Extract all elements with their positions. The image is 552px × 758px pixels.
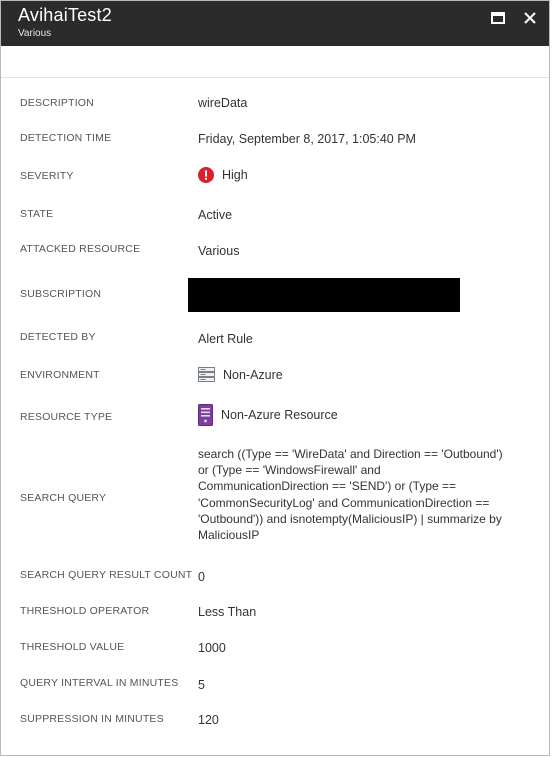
environment-value: Non-Azure — [198, 367, 283, 382]
resource-type-text: Non-Azure Resource — [221, 408, 338, 422]
description-value: wireData — [198, 96, 248, 110]
threshold-value-value: 1000 — [198, 641, 226, 655]
search-query-result-count-label: SEARCH QUERY RESULT COUNT — [20, 569, 193, 581]
attacked-resource-label: ATTACKED RESOURCE — [20, 243, 141, 255]
attacked-resource-value: Various — [198, 244, 240, 258]
subscription-label: SUBSCRIPTION — [20, 288, 102, 300]
error-circle-icon — [198, 167, 214, 183]
environment-label: ENVIRONMENT — [20, 369, 100, 381]
window-controls — [489, 9, 539, 27]
environment-text: Non-Azure — [223, 367, 283, 382]
threshold-operator-label: THRESHOLD OPERATOR — [20, 605, 150, 617]
resource-type-value: Non-Azure Resource — [198, 404, 338, 426]
blade-title: AvihaiTest2 — [18, 5, 112, 25]
close-icon[interactable] — [521, 9, 539, 27]
suppression-value: 120 — [198, 713, 219, 727]
query-interval-label: QUERY INTERVAL IN MINUTES — [20, 677, 179, 689]
blade-subtitle: Various — [18, 28, 52, 39]
search-query-value: search ((Type == 'WireData' and Directio… — [198, 447, 503, 543]
detected-by-label: DETECTED BY — [20, 331, 96, 343]
detection-time-label: DETECTION TIME — [20, 132, 112, 144]
blade-toolbar — [1, 46, 549, 78]
threshold-value-label: THRESHOLD VALUE — [20, 641, 125, 653]
detection-time-value: Friday, September 8, 2017, 1:05:40 PM — [198, 132, 416, 146]
suppression-label: SUPPRESSION IN MINUTES — [20, 713, 164, 725]
state-value: Active — [198, 208, 233, 222]
state-label: STATE — [20, 208, 54, 220]
severity-text: High — [222, 168, 248, 182]
query-interval-value: 5 — [198, 678, 205, 692]
subscription-redacted — [188, 278, 460, 312]
threshold-operator-value: Less Than — [198, 605, 257, 619]
title-bar: AvihaiTest2 Various — [1, 1, 549, 46]
description-label: DESCRIPTION — [20, 97, 94, 109]
search-query-result-count-value: 0 — [198, 570, 205, 584]
severity-label: SEVERITY — [20, 170, 74, 182]
severity-value: High — [198, 167, 248, 183]
alert-details-blade: AvihaiTest2 Various DESCRIPTION wireData… — [0, 0, 550, 756]
maximize-icon[interactable] — [489, 9, 507, 27]
resource-type-label: RESOURCE TYPE — [20, 411, 113, 423]
server-icon — [198, 367, 215, 382]
server-tower-icon — [198, 404, 213, 426]
search-query-label: SEARCH QUERY — [20, 492, 107, 504]
detected-by-value: Alert Rule — [198, 332, 253, 346]
